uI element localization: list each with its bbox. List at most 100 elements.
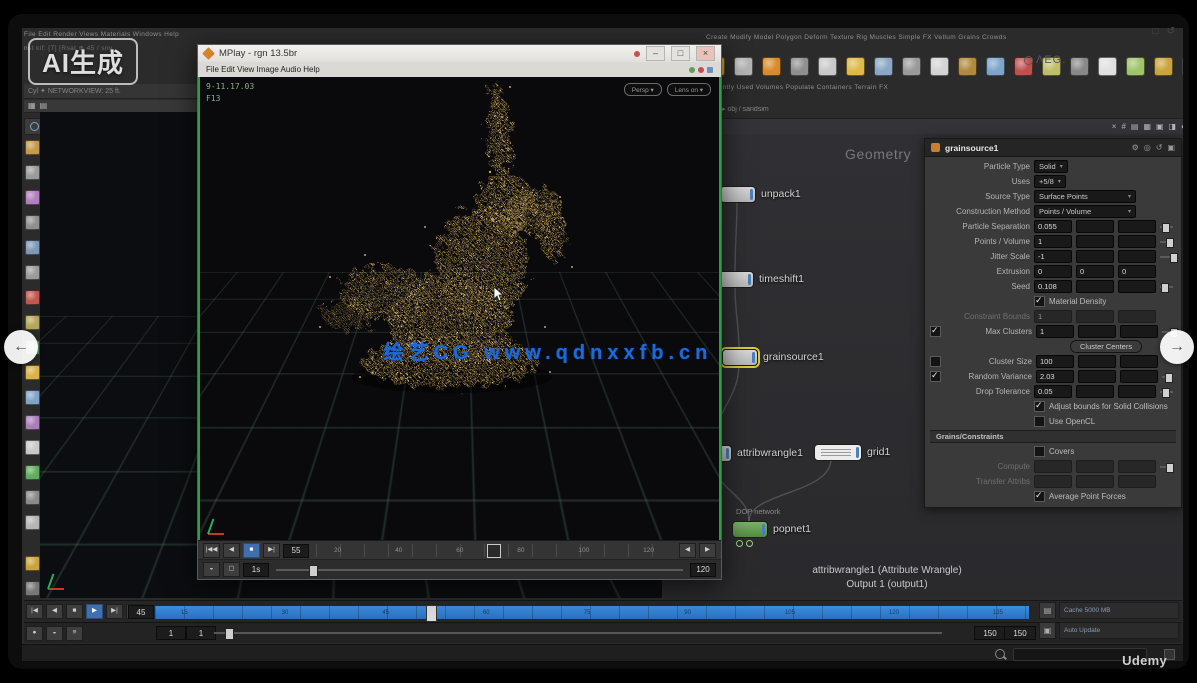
tool-icon[interactable] — [25, 490, 40, 505]
node-timeshift[interactable]: timeshift1 — [718, 271, 804, 287]
playback-option-icon[interactable]: ● — [26, 626, 43, 641]
param-checkbox[interactable] — [930, 326, 941, 337]
tool-icon[interactable] — [25, 315, 40, 330]
slider-handle[interactable] — [309, 565, 318, 577]
param-field[interactable] — [1076, 310, 1114, 323]
shelf-tool-icon[interactable] — [958, 57, 977, 76]
range-slider[interactable] — [214, 632, 942, 634]
param-slider[interactable] — [1160, 387, 1176, 397]
param-field[interactable] — [1034, 460, 1072, 473]
param-field[interactable]: 0 — [1118, 265, 1156, 278]
current-frame-marker[interactable] — [487, 544, 501, 558]
playback-option-icon[interactable]: ≡ — [66, 626, 83, 641]
param-field[interactable] — [1118, 250, 1156, 263]
tool-icon[interactable] — [25, 556, 40, 571]
tool-icon[interactable] — [25, 365, 40, 380]
blue-tool-icon[interactable] — [707, 67, 713, 73]
param-field[interactable]: 0.05 — [1034, 385, 1072, 398]
node-body[interactable] — [720, 186, 756, 203]
previous-slide-button[interactable]: ← — [4, 330, 38, 364]
network-toolbar-icon[interactable]: ▣ — [1156, 123, 1164, 131]
param-field[interactable] — [1120, 355, 1158, 368]
mplay-menu-items[interactable]: File Edit View Image Audio Help — [206, 65, 689, 74]
shelf-tool-icon[interactable] — [986, 57, 1005, 76]
slider-handle[interactable] — [1162, 223, 1170, 233]
param-field[interactable] — [1076, 475, 1114, 488]
transport-button[interactable]: ▶ — [86, 604, 103, 619]
transport-button[interactable]: |◀ — [26, 604, 43, 619]
param-checkbox[interactable] — [1034, 446, 1045, 457]
param-checkbox[interactable] — [1034, 491, 1045, 502]
param-field[interactable]: -1 — [1034, 250, 1072, 263]
slider-handle[interactable] — [1165, 373, 1173, 383]
param-field[interactable] — [1078, 325, 1116, 338]
transport-button[interactable]: ■ — [66, 604, 83, 619]
param-field[interactable] — [1078, 370, 1116, 383]
tool-icon[interactable] — [25, 140, 40, 155]
shelf-tool-icon[interactable] — [762, 57, 781, 76]
param-checkbox[interactable] — [930, 371, 941, 382]
playhead-marker[interactable] — [426, 605, 437, 622]
tool-icon[interactable] — [25, 240, 40, 255]
shelf-tool-icon[interactable] — [1070, 57, 1089, 76]
slider-handle[interactable] — [1170, 253, 1178, 263]
step-button[interactable]: ◀ — [679, 543, 696, 558]
tool-icon[interactable] — [25, 581, 40, 596]
close-button[interactable]: × — [696, 46, 715, 61]
search-icon[interactable] — [995, 649, 1005, 659]
node-body[interactable] — [732, 521, 768, 538]
network-toolbar-icon[interactable]: × — [1112, 123, 1117, 131]
panel-text[interactable]: Cache 5000 MB — [1059, 602, 1179, 619]
range-end-field-2[interactable]: 150 — [1004, 626, 1036, 640]
param-field[interactable]: 1 — [1034, 235, 1072, 248]
param-field[interactable] — [1118, 310, 1156, 323]
network-path-bar[interactable]: ▸ obj / sandsim — [722, 105, 1022, 113]
range-start-field-2[interactable]: 1 — [186, 626, 216, 640]
param-field[interactable]: 0.108 — [1034, 280, 1072, 293]
shelf-tool-icon[interactable] — [1126, 57, 1145, 76]
transport-button[interactable]: ▶| — [263, 543, 280, 558]
mplay-menubar[interactable]: File Edit View Image Audio Help — [198, 62, 721, 77]
tool-icon[interactable] — [25, 390, 40, 405]
tool-icon[interactable] — [25, 290, 40, 305]
mplay-window[interactable]: MPlay - rgn 13.5br – □ × File Edit View … — [197, 44, 722, 580]
param-button[interactable]: Cluster Centers — [1070, 340, 1142, 353]
shelf-tab-row-2[interactable]: Recently Used Volumes Populate Container… — [706, 84, 1136, 91]
param-field[interactable]: 0.055 — [1034, 220, 1072, 233]
param-field[interactable] — [1118, 235, 1156, 248]
step-button[interactable]: ▶ — [699, 543, 716, 558]
shelf-tool-icon[interactable] — [874, 57, 893, 76]
param-field[interactable] — [1118, 385, 1156, 398]
param-field[interactable] — [1076, 460, 1114, 473]
shelf-tool-icon[interactable] — [846, 57, 865, 76]
network-toolbar-icon[interactable]: ▦ — [1143, 123, 1151, 131]
param-checkbox[interactable] — [930, 356, 941, 367]
tool-icon[interactable] — [25, 515, 40, 530]
param-checkbox[interactable] — [1034, 296, 1045, 307]
network-toolbar-icon[interactable]: ▤ — [1131, 123, 1139, 131]
lens-mode-pill[interactable]: Lens on ▾ — [667, 83, 711, 96]
main-menubar[interactable]: File Edit Render Views Materials Windows… — [24, 31, 200, 38]
shelf-tool-icon[interactable] — [930, 57, 949, 76]
param-slider[interactable] — [1162, 372, 1176, 382]
panel-icon[interactable]: ▤ — [1039, 602, 1056, 619]
tool-icon[interactable] — [25, 415, 40, 430]
panel-text[interactable]: Auto Update — [1059, 622, 1179, 639]
param-dropdown[interactable]: Solid▾ — [1034, 160, 1068, 173]
slider-handle[interactable] — [1162, 388, 1170, 398]
transport-button[interactable]: ■ — [243, 543, 260, 558]
panel-header-icon[interactable]: ▣ — [1167, 144, 1175, 152]
transport-button[interactable]: ◀ — [223, 543, 240, 558]
param-slider[interactable] — [1160, 282, 1176, 292]
node-body[interactable] — [718, 271, 754, 288]
param-slider[interactable] — [1160, 222, 1176, 232]
param-slider[interactable] — [1160, 462, 1176, 472]
panel-header-icon[interactable]: ◎ — [1144, 144, 1151, 152]
pane-tab-bar[interactable]: Cyl ✦ NETWORKVIEW: 25 ft. — [24, 84, 206, 99]
network-toolbar-icon[interactable]: # — [1121, 123, 1125, 131]
player-corner-icon[interactable]: □ — [1153, 26, 1159, 37]
param-field[interactable]: 2.03 — [1036, 370, 1074, 383]
param-field[interactable] — [1118, 220, 1156, 233]
shelf-tool-icon[interactable] — [1154, 57, 1173, 76]
panel-header-icon[interactable]: ⚙ — [1132, 144, 1139, 152]
